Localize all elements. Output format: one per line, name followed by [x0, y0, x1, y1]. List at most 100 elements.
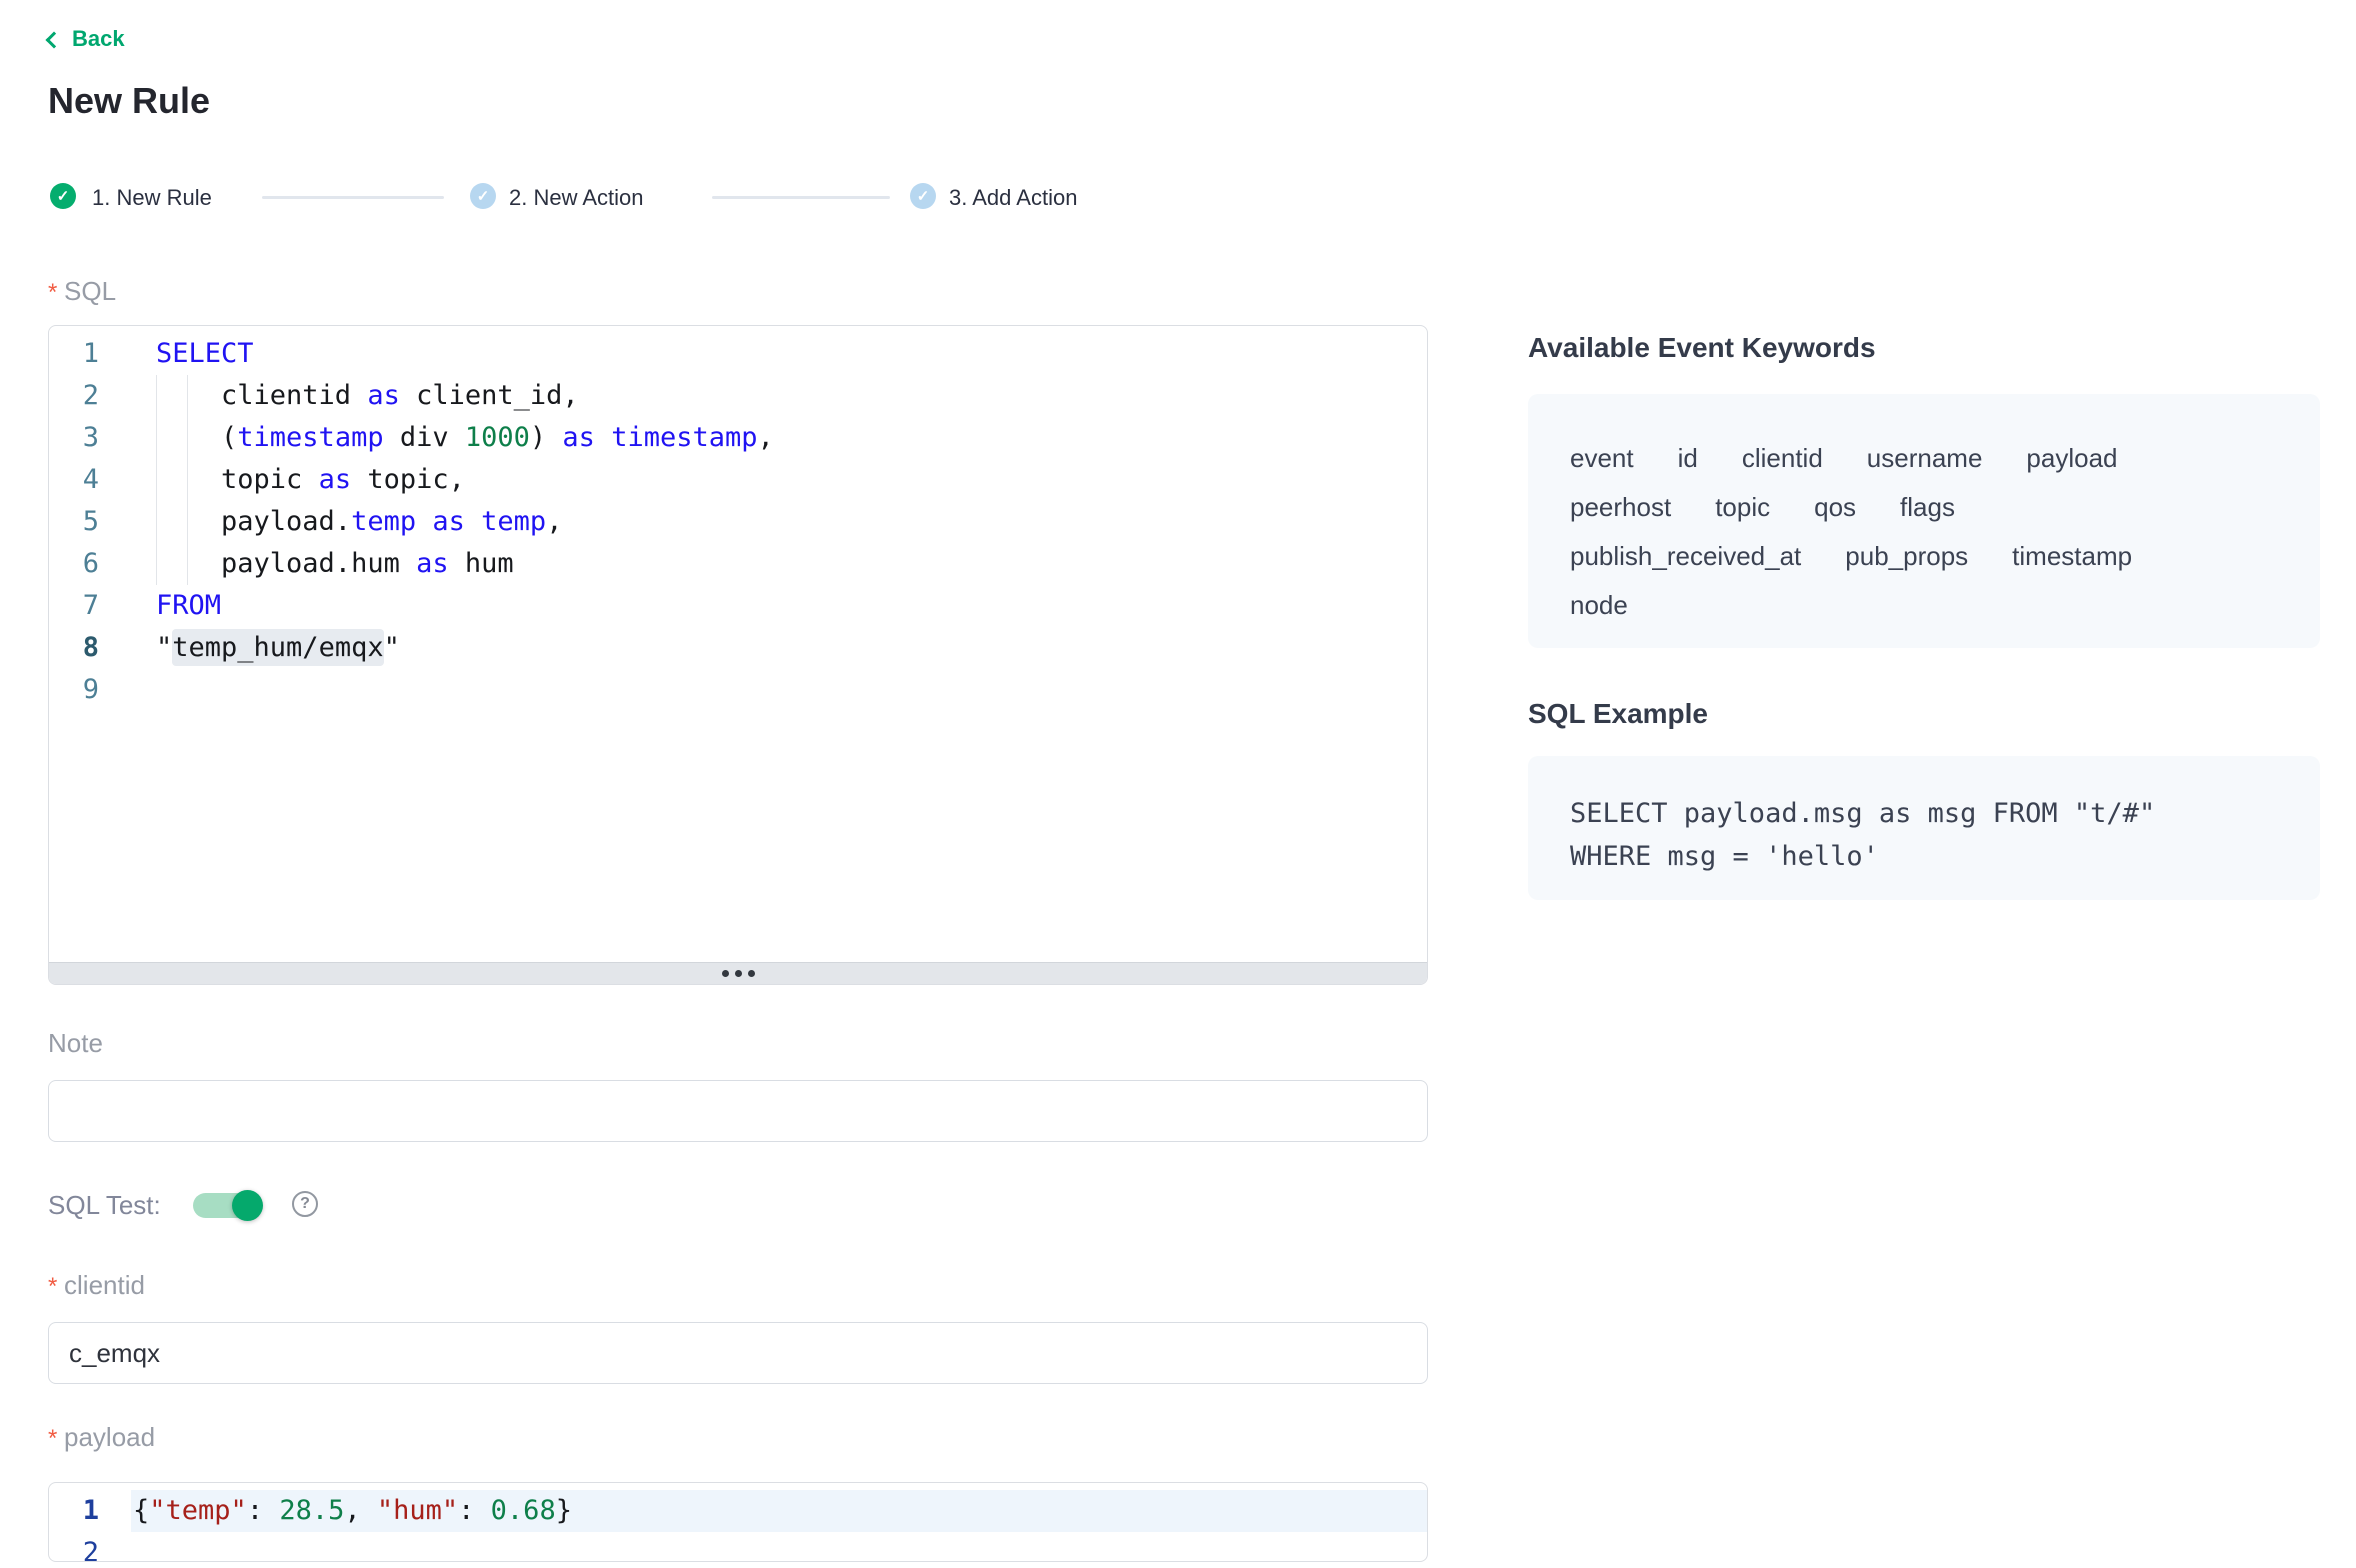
code-token: 28.5	[279, 1495, 344, 1526]
event-keyword: pub_props	[1845, 532, 1968, 581]
line-number: 1	[49, 1490, 99, 1532]
code-text: FROM	[156, 590, 221, 621]
note-input[interactable]	[48, 1080, 1428, 1142]
event-keyword: username	[1867, 434, 1983, 483]
payload-field-label: payload	[48, 1422, 155, 1453]
code-text: (timestamp div 1000) as timestamp,	[156, 422, 774, 453]
event-keyword: peerhost	[1570, 483, 1671, 532]
event-keyword: timestamp	[2012, 532, 2132, 581]
payload-code-editor[interactable]: 1 {"temp": 28.5, "hum": 0.68} 2	[48, 1482, 1428, 1562]
page-title: New Rule	[48, 80, 210, 122]
code-token: {	[133, 1495, 149, 1526]
code-token: 0.68	[491, 1495, 556, 1526]
sql-example-line: WHERE msg = 'hello'	[1570, 835, 2280, 878]
line-number: 2	[49, 1532, 99, 1561]
step3-check-icon: ✓	[910, 183, 936, 209]
code-token: as	[367, 380, 400, 411]
step3-label: 3. Add Action	[949, 185, 1077, 211]
code-token: ,	[758, 422, 774, 453]
code-line: 2 clientid as client_id,	[49, 375, 1427, 417]
event-keyword: event	[1570, 434, 1634, 483]
back-link[interactable]: Back	[48, 26, 125, 52]
code-text: SELECT	[156, 338, 254, 369]
line-number: 6	[49, 543, 99, 585]
code-line: 2	[49, 1532, 1427, 1561]
code-token: client_id,	[400, 380, 579, 411]
keyword-row: eventidclientidusernamepayload	[1570, 434, 2280, 483]
code-token: :	[458, 1495, 491, 1526]
code-token: as	[562, 422, 595, 453]
code-token: 1000	[465, 422, 530, 453]
line-number: 7	[49, 585, 99, 627]
line-number: 2	[49, 375, 99, 417]
clientid-field-label: clientid	[48, 1270, 145, 1301]
code-token: payload.	[156, 506, 351, 537]
code-token: temp	[481, 506, 546, 537]
line-number: 3	[49, 417, 99, 459]
step2-label: 2. New Action	[509, 185, 644, 211]
keyword-row: publish_received_atpub_propstimestamp	[1570, 532, 2280, 581]
code-token: div	[384, 422, 465, 453]
keywords-panel: eventidclientidusernamepayloadpeerhostto…	[1528, 394, 2320, 648]
indent-guide	[156, 375, 157, 585]
code-text: clientid as client_id,	[156, 380, 579, 411]
code-token: as	[432, 506, 465, 537]
code-line: 9	[49, 669, 1427, 711]
sql-example-title: SQL Example	[1528, 698, 1708, 730]
event-keyword: flags	[1900, 483, 1955, 532]
code-line: 8"temp_hum/emqx"	[49, 627, 1427, 669]
help-icon[interactable]: ?	[292, 1191, 318, 1217]
sql-example-line: SELECT payload.msg as msg FROM "t/#"	[1570, 792, 2280, 835]
sql-code-editor[interactable]: 1SELECT2 clientid as client_id,3 (timest…	[48, 325, 1428, 985]
sql-test-toggle[interactable]	[193, 1193, 261, 1218]
payload-editor-content[interactable]: 1 {"temp": 28.5, "hum": 0.68} 2	[49, 1483, 1427, 1561]
sql-test-label: SQL Test:	[48, 1190, 161, 1221]
line-number: 4	[49, 459, 99, 501]
code-token: as	[319, 464, 352, 495]
code-token: "temp"	[149, 1495, 247, 1526]
code-line: 1 {"temp": 28.5, "hum": 0.68}	[49, 1490, 1427, 1532]
code-token: ,	[344, 1495, 377, 1526]
event-keyword: node	[1570, 581, 1628, 630]
editor-resize-handle[interactable]	[49, 962, 1427, 984]
keywords-panel-title: Available Event Keywords	[1528, 332, 1876, 364]
clientid-input[interactable]	[48, 1322, 1428, 1384]
event-keyword: clientid	[1742, 434, 1823, 483]
line-number: 9	[49, 669, 99, 711]
code-token	[416, 506, 432, 537]
code-token: payload.hum	[156, 548, 416, 579]
line-number: 5	[49, 501, 99, 543]
event-keyword: qos	[1814, 483, 1856, 532]
sql-example-code: SELECT payload.msg as msg FROM "t/#"WHER…	[1528, 756, 2320, 878]
code-token: temp_hum/emqx	[172, 629, 383, 666]
code-token	[465, 506, 481, 537]
indent-guide	[187, 375, 188, 585]
code-token	[595, 422, 611, 453]
code-token: timestamp	[611, 422, 757, 453]
code-token: "	[384, 632, 400, 663]
event-keyword: id	[1678, 434, 1698, 483]
keyword-row: peerhost topic qos flags	[1570, 483, 2280, 532]
event-keyword: topic	[1715, 483, 1770, 532]
code-token: timestamp	[237, 422, 383, 453]
code-text: topic as topic,	[156, 464, 465, 495]
step1-check-icon: ✓	[50, 183, 76, 209]
code-token: as	[416, 548, 449, 579]
toggle-knob	[232, 1190, 263, 1221]
code-line: 5 payload.temp as temp,	[49, 501, 1427, 543]
keywords-list: eventidclientidusernamepayloadpeerhostto…	[1528, 394, 2320, 630]
code-token: FROM	[156, 590, 221, 621]
step-connector-1	[262, 196, 444, 199]
code-token: SELECT	[156, 338, 254, 369]
code-text: {"temp": 28.5, "hum": 0.68}	[133, 1495, 572, 1526]
back-label: Back	[72, 26, 125, 52]
code-text: payload.hum as hum	[156, 548, 514, 579]
line-number: 1	[49, 333, 99, 375]
code-text: "temp_hum/emqx"	[156, 632, 400, 663]
resize-dot	[735, 970, 742, 977]
chevron-left-icon	[46, 31, 63, 48]
code-token: topic,	[351, 464, 465, 495]
code-token: "	[156, 632, 172, 663]
sql-editor-content[interactable]: 1SELECT2 clientid as client_id,3 (timest…	[49, 326, 1427, 962]
keyword-row: node	[1570, 581, 2280, 630]
